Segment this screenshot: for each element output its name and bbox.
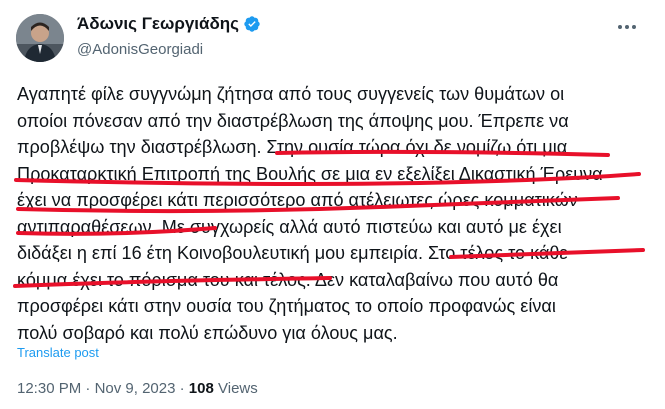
tweet-line: οποίοι πόνεσαν από την διαστρέβλωση της … <box>17 110 569 131</box>
tweet-time[interactable]: 12:30 PM <box>17 380 81 397</box>
views-count[interactable]: 108 <box>189 380 214 397</box>
tweet-date[interactable]: Nov 9, 2023 <box>95 380 176 397</box>
tweet-line: προσφέρει κάτι στην ουσία του ζητήματος … <box>17 296 556 316</box>
meta-separator: · <box>85 380 91 397</box>
author-display-name[interactable]: Άδωνις Γεωργιάδης <box>77 14 239 34</box>
tweet-line: προβλέψω την διαστρέβλωση. Στην ουσία τώ… <box>17 137 568 157</box>
tweet-card: Άδωνις Γεωργιάδης @AdonisGeorgiadi Αγαπη… <box>0 0 665 409</box>
views-label: Views <box>218 380 258 397</box>
meta-separator: · <box>179 380 185 397</box>
tweet-line: πολύ σοβαρό και πολύ επώδυνο για όλους μ… <box>17 322 398 343</box>
avatar-image <box>16 14 64 62</box>
tweet-line: Αγαπητέ φίλε συγγνώμη ζήτησα από τους συ… <box>17 84 565 104</box>
translate-post-link[interactable]: Translate post <box>17 345 99 360</box>
tweet-line: διδάξει η επί 16 έτη Κοινοβουλευτική μου… <box>17 243 568 263</box>
author-handle[interactable]: @AdonisGeorgiadi <box>77 41 203 58</box>
tweet-meta: 12:30 PM · Nov 9, 2023 · 108 Views <box>17 380 258 397</box>
tweet-line: Προκαταρκτική Επιτροπή της Βουλής σε μια… <box>17 163 603 184</box>
tweet-line: έχει να προσφέρει κάτι περισσότερο από α… <box>17 190 578 210</box>
tweet-text: Αγαπητέ φίλε συγγνώμη ζήτησα από τους συ… <box>17 81 647 346</box>
avatar[interactable] <box>16 14 64 62</box>
verified-badge-icon <box>243 15 261 33</box>
author-name[interactable]: Άδωνις Γεωργιάδης <box>77 14 261 34</box>
tweet-line: αντιπαραθέσεων. Με συγχωρείς αλλά αυτό π… <box>17 216 562 237</box>
more-options-icon[interactable] <box>614 14 640 40</box>
tweet-line: κόμμα έχει το πόρισμα του και τέλος. Δεν… <box>17 269 559 290</box>
